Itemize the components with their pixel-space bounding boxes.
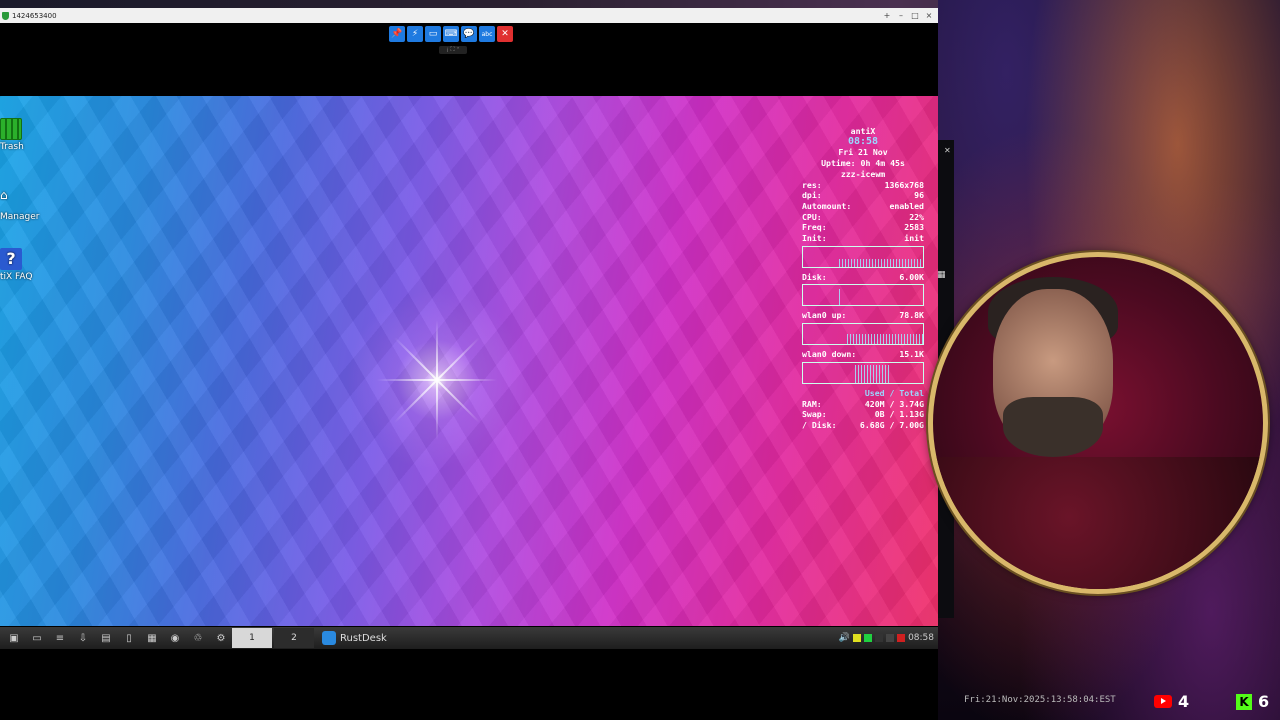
task-rustdesk[interactable]: RustDesk xyxy=(322,631,387,645)
desktop-icon-manager[interactable]: ⌂ Manager xyxy=(0,188,60,222)
cpu-graph xyxy=(802,245,924,268)
conky-stat-row: Automount: enabled xyxy=(802,200,924,211)
youtube-icon xyxy=(1154,695,1172,708)
fullscreen-icon: ⛶ xyxy=(450,46,455,53)
desktop-icon-label: tiX FAQ xyxy=(0,272,33,282)
rustdesk-titlebar[interactable]: 1424653400 + – □ × xyxy=(0,8,938,23)
screen: 1424653400 + – □ × 📌 ⚡ ▭ ⌨ 💬 abc ✕ ⁞ ⛶ ˄ xyxy=(0,0,1280,720)
system-tray: 🔊 08:58 xyxy=(839,633,938,643)
remote-desktop[interactable]: Trash ⌂ Manager ? tiX FAQ antiX 08:58 Fr… xyxy=(0,96,938,626)
tray-indicator-icon[interactable] xyxy=(853,634,862,642)
webcam-overlay xyxy=(928,252,1268,594)
wlan-up-graph xyxy=(802,323,924,346)
taskbar: ▣ ▭ ≡ ⇩ ▤ ▯ ▦ ◉ ♲ ⚙ 1 2 RustDesk 🔊 08:58 xyxy=(0,627,938,649)
conky-date: Fri 21 Nov xyxy=(838,147,888,158)
workspace-2[interactable]: 2 xyxy=(274,628,314,648)
network-icon[interactable] xyxy=(864,634,873,642)
recycle-icon[interactable]: ♲ xyxy=(189,630,207,646)
shield-icon xyxy=(2,11,9,20)
kick-icon: K xyxy=(1236,693,1252,710)
conky-session: zzz-icewm xyxy=(840,168,886,179)
remote-toolbar: 📌 ⚡ ▭ ⌨ 💬 abc ✕ xyxy=(389,26,513,43)
webcam-body xyxy=(933,457,1263,589)
desktop-icon-label: Manager xyxy=(0,212,40,222)
grid-icon[interactable]: ▦ xyxy=(937,270,946,280)
task-label: RustDesk xyxy=(340,632,387,644)
conky-stat-row: dpi: 96 xyxy=(802,190,924,201)
pin-toolbar-button[interactable]: 📌 xyxy=(389,26,405,42)
conky-uptime: Uptime: 0h 4m 45s xyxy=(821,158,905,169)
webcam-beard xyxy=(1003,397,1103,457)
disk-graph xyxy=(802,284,924,307)
browser-icon[interactable]: ◉ xyxy=(166,630,184,646)
window-title: 1424653400 xyxy=(12,11,57,20)
rustdesk-icon xyxy=(322,631,336,645)
volume-icon[interactable]: 🔊 xyxy=(839,633,850,643)
show-desktop-icon[interactable]: ▭ xyxy=(28,630,46,646)
workspace-1[interactable]: 1 xyxy=(232,628,272,648)
conky-time: 08:58 xyxy=(847,135,879,147)
taskbar-clock[interactable]: 08:58 xyxy=(908,633,934,643)
stream-timestamp: Fri:21:Nov:2025:13:58:04:EST xyxy=(964,695,1116,705)
kick-count: 6 xyxy=(1258,692,1270,711)
conky-stat-row: CPU: 22% xyxy=(802,211,924,222)
conky-mem-row: Swap: 0B / 1.13G xyxy=(802,409,924,420)
cpu-monitor-icon[interactable] xyxy=(875,634,884,642)
chevron-up-icon: ˄ xyxy=(456,46,460,54)
home-icon: ⌂ xyxy=(0,188,8,202)
settings-icon[interactable]: ⚙ xyxy=(212,630,230,646)
display-button[interactable]: ▭ xyxy=(425,26,441,42)
help-icon: ? xyxy=(0,248,22,270)
window-controls: + – □ × xyxy=(882,8,938,23)
conky-wlan-down-row: wlan0 down: 15.1K xyxy=(802,349,924,360)
folder-icon[interactable]: ▤ xyxy=(97,630,115,646)
conky-mem-row: / Disk: 6.68G / 7.00G xyxy=(802,419,924,430)
conky-stat-row: Freq: 2583 xyxy=(802,222,924,233)
conky-stat-row: Init: init xyxy=(802,233,924,244)
abc-button[interactable]: abc xyxy=(479,26,495,42)
conky-disk-row: Disk: 6.00K xyxy=(802,271,924,282)
close-icon[interactable]: ✕ xyxy=(944,146,951,155)
conky-wlan-up-row: wlan0 up: 78.8K xyxy=(802,310,924,321)
rustdesk-window: 1424653400 + – □ × 📌 ⚡ ▭ ⌨ 💬 abc ✕ ⁞ ⛶ ˄ xyxy=(0,8,938,720)
conky-mem-header: Used / Total xyxy=(864,387,924,398)
close-window-button[interactable]: × xyxy=(924,8,934,23)
youtube-count: 4 xyxy=(1178,692,1190,711)
conky-stat-row: res: 1366x768 xyxy=(802,179,924,190)
youtube-viewers: 4 xyxy=(1154,692,1189,711)
desktop-icon-label: Trash xyxy=(0,142,24,152)
mem-monitor-icon[interactable] xyxy=(886,634,895,642)
download-icon[interactable]: ⇩ xyxy=(74,630,92,646)
action-button[interactable]: ⚡ xyxy=(407,26,423,42)
terminal-icon[interactable]: ≡ xyxy=(51,630,69,646)
calendar-icon[interactable]: ▦ xyxy=(143,630,161,646)
desktop-icon-trash[interactable]: Trash xyxy=(0,118,60,152)
conky-monitor: antiX 08:58 Fri 21 Nov Uptime: 0h 4m 45s… xyxy=(802,126,924,431)
conky-mem-row: RAM: 420M / 3.74G xyxy=(802,398,924,409)
pin-window-button[interactable]: + xyxy=(882,8,892,23)
start-menu-icon[interactable]: ▣ xyxy=(5,630,23,646)
wlan-down-graph xyxy=(802,361,924,384)
maximize-button[interactable]: □ xyxy=(910,8,920,23)
grip-icon: ⁞ xyxy=(446,46,449,54)
wallpaper-facets xyxy=(0,96,938,626)
chat-button[interactable]: 💬 xyxy=(461,26,477,42)
kick-viewers: K 6 xyxy=(1236,692,1269,711)
toolbar-drag-handle[interactable]: ⁞ ⛶ ˄ xyxy=(439,46,467,54)
desktop-icon-faq[interactable]: ? tiX FAQ xyxy=(0,248,60,282)
battery-icon[interactable] xyxy=(897,634,906,642)
document-icon[interactable]: ▯ xyxy=(120,630,138,646)
trash-icon xyxy=(0,118,22,140)
minimize-button[interactable]: – xyxy=(896,8,906,23)
close-session-button[interactable]: ✕ xyxy=(497,26,513,42)
keyboard-button[interactable]: ⌨ xyxy=(443,26,459,42)
